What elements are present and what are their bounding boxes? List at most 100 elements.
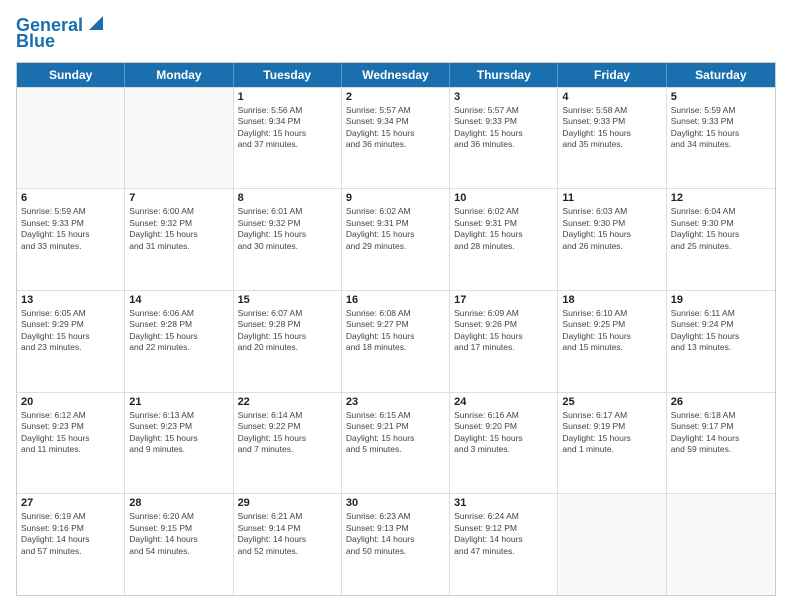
calendar-day-empty xyxy=(667,494,775,595)
day-number: 23 xyxy=(346,396,445,408)
calendar-day-13: 13 Sunrise: 6:05 AM Sunset: 9:29 PM Dayli… xyxy=(17,291,125,392)
weekday-header-thursday: Thursday xyxy=(450,63,558,87)
calendar-day-6: 6 Sunrise: 5:59 AM Sunset: 9:33 PM Daylig… xyxy=(17,189,125,290)
day-info: Sunrise: 6:10 AM Sunset: 9:25 PM Dayligh… xyxy=(562,308,661,354)
day-info: Sunrise: 6:14 AM Sunset: 9:22 PM Dayligh… xyxy=(238,410,337,456)
day-info: Sunrise: 6:09 AM Sunset: 9:26 PM Dayligh… xyxy=(454,308,553,354)
day-info: Sunrise: 6:05 AM Sunset: 9:29 PM Dayligh… xyxy=(21,308,120,354)
weekday-header-tuesday: Tuesday xyxy=(234,63,342,87)
calendar-day-empty xyxy=(125,88,233,189)
day-number: 20 xyxy=(21,396,120,408)
day-info: Sunrise: 6:13 AM Sunset: 9:23 PM Dayligh… xyxy=(129,410,228,456)
calendar-header: SundayMondayTuesdayWednesdayThursdayFrid… xyxy=(17,63,775,87)
calendar-day-20: 20Sunrise: 6:12 AM Sunset: 9:23 PM Dayli… xyxy=(17,393,125,494)
day-number: 27 xyxy=(21,497,120,509)
calendar-day-25: 25 Sunrise: 6:17 AM Sunset: 9:19 PM Dayli… xyxy=(558,393,666,494)
header: General Blue xyxy=(16,16,776,52)
day-number: 7 xyxy=(129,192,228,204)
calendar-row-4: 20Sunrise: 6:12 AM Sunset: 9:23 PM Dayli… xyxy=(17,392,775,494)
day-number: 8 xyxy=(238,192,337,204)
day-number: 4 xyxy=(562,91,661,103)
calendar-day-27: 27 Sunrise: 6:19 AM Sunset: 9:16 PM Dayli… xyxy=(17,494,125,595)
day-number: 15 xyxy=(238,294,337,306)
day-info: Sunrise: 6:24 AM Sunset: 9:12 PM Dayligh… xyxy=(454,511,553,557)
calendar-day-3: 3Sunrise: 5:57 AM Sunset: 9:33 PM Daylig… xyxy=(450,88,558,189)
calendar-day-28: 28 Sunrise: 6:20 AM Sunset: 9:15 PM Dayli… xyxy=(125,494,233,595)
day-number: 22 xyxy=(238,396,337,408)
logo: General Blue xyxy=(16,16,103,52)
day-number: 19 xyxy=(671,294,771,306)
day-info: Sunrise: 6:02 AM Sunset: 9:31 PM Dayligh… xyxy=(454,206,553,252)
day-info: Sunrise: 6:03 AM Sunset: 9:30 PM Dayligh… xyxy=(562,206,661,252)
day-info: Sunrise: 6:21 AM Sunset: 9:14 PM Dayligh… xyxy=(238,511,337,557)
day-info: Sunrise: 6:08 AM Sunset: 9:27 PM Dayligh… xyxy=(346,308,445,354)
calendar-day-2: 2Sunrise: 5:57 AM Sunset: 9:34 PM Daylig… xyxy=(342,88,450,189)
calendar-day-18: 18 Sunrise: 6:10 AM Sunset: 9:25 PM Dayli… xyxy=(558,291,666,392)
calendar-day-24: 24Sunrise: 6:16 AM Sunset: 9:20 PM Dayli… xyxy=(450,393,558,494)
calendar-day-30: 30 Sunrise: 6:23 AM Sunset: 9:13 PM Dayli… xyxy=(342,494,450,595)
calendar-day-14: 14Sunrise: 6:06 AM Sunset: 9:28 PM Dayli… xyxy=(125,291,233,392)
calendar-body: 1Sunrise: 5:56 AM Sunset: 9:34 PM Daylig… xyxy=(17,87,775,595)
calendar-day-10: 10Sunrise: 6:02 AM Sunset: 9:31 PM Dayli… xyxy=(450,189,558,290)
calendar-day-4: 4 Sunrise: 5:58 AM Sunset: 9:33 PM Daylig… xyxy=(558,88,666,189)
day-info: Sunrise: 6:15 AM Sunset: 9:21 PM Dayligh… xyxy=(346,410,445,456)
day-number: 11 xyxy=(562,192,661,204)
calendar-day-11: 11 Sunrise: 6:03 AM Sunset: 9:30 PM Dayli… xyxy=(558,189,666,290)
day-info: Sunrise: 5:58 AM Sunset: 9:33 PM Dayligh… xyxy=(562,105,661,151)
day-number: 26 xyxy=(671,396,771,408)
day-number: 9 xyxy=(346,192,445,204)
calendar-day-empty xyxy=(558,494,666,595)
calendar-day-21: 21 Sunrise: 6:13 AM Sunset: 9:23 PM Dayli… xyxy=(125,393,233,494)
calendar-row-2: 6 Sunrise: 5:59 AM Sunset: 9:33 PM Daylig… xyxy=(17,188,775,290)
day-info: Sunrise: 5:56 AM Sunset: 9:34 PM Dayligh… xyxy=(238,105,337,151)
day-number: 2 xyxy=(346,91,445,103)
day-number: 18 xyxy=(562,294,661,306)
day-number: 6 xyxy=(21,192,120,204)
calendar-day-31: 31 Sunrise: 6:24 AM Sunset: 9:12 PM Dayli… xyxy=(450,494,558,595)
day-info: Sunrise: 6:00 AM Sunset: 9:32 PM Dayligh… xyxy=(129,206,228,252)
calendar-day-17: 17 Sunrise: 6:09 AM Sunset: 9:26 PM Dayli… xyxy=(450,291,558,392)
calendar-day-22: 22 Sunrise: 6:14 AM Sunset: 9:22 PM Dayli… xyxy=(234,393,342,494)
calendar-row-3: 13 Sunrise: 6:05 AM Sunset: 9:29 PM Dayli… xyxy=(17,290,775,392)
page: General Blue SundayMondayTuesdayWednesda… xyxy=(0,0,792,612)
day-number: 12 xyxy=(671,192,771,204)
day-info: Sunrise: 6:17 AM Sunset: 9:19 PM Dayligh… xyxy=(562,410,661,456)
day-info: Sunrise: 6:20 AM Sunset: 9:15 PM Dayligh… xyxy=(129,511,228,557)
weekday-header-saturday: Saturday xyxy=(667,63,775,87)
day-number: 31 xyxy=(454,497,553,509)
day-info: Sunrise: 6:23 AM Sunset: 9:13 PM Dayligh… xyxy=(346,511,445,557)
day-info: Sunrise: 6:16 AM Sunset: 9:20 PM Dayligh… xyxy=(454,410,553,456)
calendar: SundayMondayTuesdayWednesdayThursdayFrid… xyxy=(16,62,776,596)
day-info: Sunrise: 5:59 AM Sunset: 9:33 PM Dayligh… xyxy=(21,206,120,252)
day-number: 29 xyxy=(238,497,337,509)
calendar-day-empty xyxy=(17,88,125,189)
day-info: Sunrise: 6:01 AM Sunset: 9:32 PM Dayligh… xyxy=(238,206,337,252)
day-number: 17 xyxy=(454,294,553,306)
day-number: 28 xyxy=(129,497,228,509)
day-number: 13 xyxy=(21,294,120,306)
day-number: 25 xyxy=(562,396,661,408)
weekday-header-friday: Friday xyxy=(558,63,666,87)
day-info: Sunrise: 6:07 AM Sunset: 9:28 PM Dayligh… xyxy=(238,308,337,354)
day-number: 5 xyxy=(671,91,771,103)
calendar-row-5: 27 Sunrise: 6:19 AM Sunset: 9:16 PM Dayli… xyxy=(17,493,775,595)
calendar-day-9: 9Sunrise: 6:02 AM Sunset: 9:31 PM Daylig… xyxy=(342,189,450,290)
calendar-row-1: 1Sunrise: 5:56 AM Sunset: 9:34 PM Daylig… xyxy=(17,87,775,189)
calendar-day-16: 16Sunrise: 6:08 AM Sunset: 9:27 PM Dayli… xyxy=(342,291,450,392)
day-info: Sunrise: 5:59 AM Sunset: 9:33 PM Dayligh… xyxy=(671,105,771,151)
calendar-day-1: 1Sunrise: 5:56 AM Sunset: 9:34 PM Daylig… xyxy=(234,88,342,189)
day-info: Sunrise: 6:04 AM Sunset: 9:30 PM Dayligh… xyxy=(671,206,771,252)
day-number: 21 xyxy=(129,396,228,408)
day-number: 30 xyxy=(346,497,445,509)
weekday-header-sunday: Sunday xyxy=(17,63,125,87)
calendar-day-7: 7 Sunrise: 6:00 AM Sunset: 9:32 PM Daylig… xyxy=(125,189,233,290)
day-number: 14 xyxy=(129,294,228,306)
calendar-day-19: 19Sunrise: 6:11 AM Sunset: 9:24 PM Dayli… xyxy=(667,291,775,392)
weekday-header-monday: Monday xyxy=(125,63,233,87)
day-number: 3 xyxy=(454,91,553,103)
calendar-day-12: 12 Sunrise: 6:04 AM Sunset: 9:30 PM Dayli… xyxy=(667,189,775,290)
calendar-day-23: 23 Sunrise: 6:15 AM Sunset: 9:21 PM Dayli… xyxy=(342,393,450,494)
calendar-day-15: 15 Sunrise: 6:07 AM Sunset: 9:28 PM Dayli… xyxy=(234,291,342,392)
calendar-day-26: 26Sunrise: 6:18 AM Sunset: 9:17 PM Dayli… xyxy=(667,393,775,494)
day-info: Sunrise: 6:19 AM Sunset: 9:16 PM Dayligh… xyxy=(21,511,120,557)
